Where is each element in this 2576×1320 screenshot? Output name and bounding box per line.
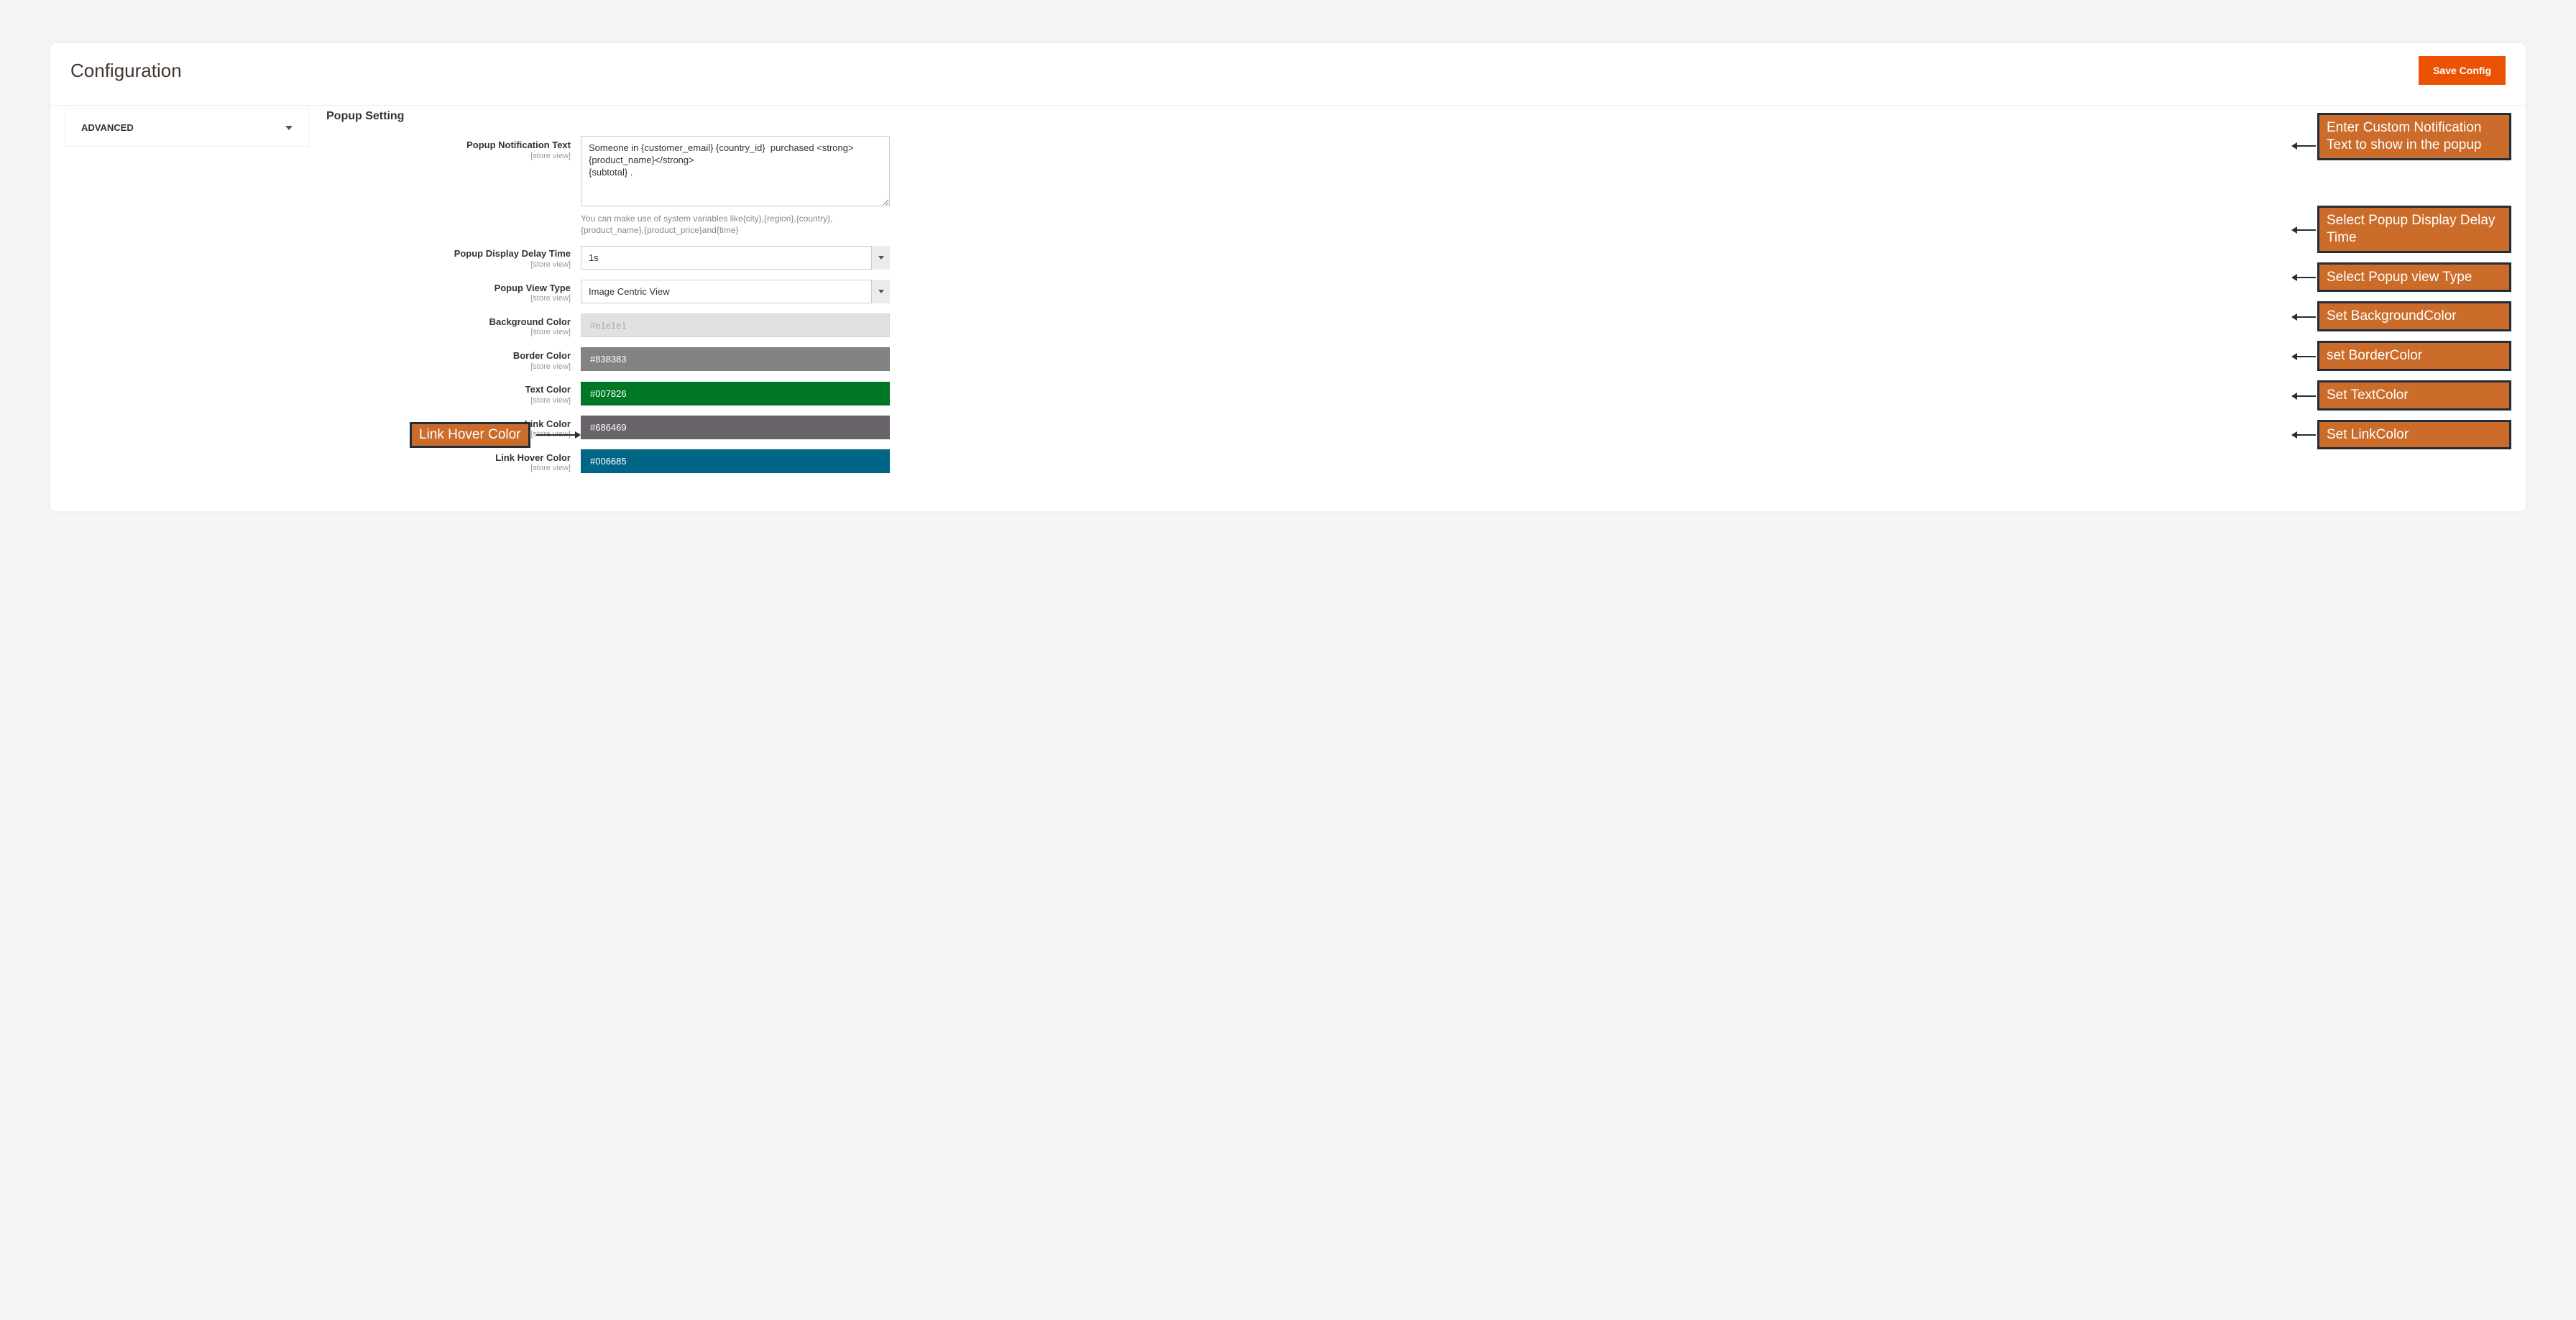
chevron-down-icon [285,126,293,130]
field-scope: [store view] [326,396,571,406]
section-header[interactable]: Popup Setting [326,106,2300,136]
field-scope: [store view] [326,294,571,304]
field-row-link-color: Link Color [store view] #686469 [326,415,2300,440]
link-hover-color-input[interactable]: #006685 [581,449,890,473]
background-color-input[interactable]: #e1e1e1 [581,313,890,337]
field-row-view-type: Popup View Type [store view] Image Centr… [326,279,2300,304]
arrow-icon [2293,145,2316,147]
config-sidebar: ADVANCED [65,106,309,482]
field-label: Popup Display Delay Time [454,248,571,259]
field-scope: [store view] [326,260,571,270]
field-row-notification-text: Popup Notification Text [store view] You… [326,136,2300,236]
callout-link-hover: Link Hover Color [410,422,530,448]
page-title: Configuration [70,60,182,82]
callout-delay: Select Popup Display Delay Time [2317,206,2511,253]
field-row-link-hover-color: Link Hover Color [store view] #006685 [326,449,2300,474]
annotation-callouts: Enter Custom Notification Text to show i… [2317,106,2511,482]
callout-text-color: Set TextColor [2317,380,2511,411]
text-color-input[interactable]: #007826 [581,382,890,405]
callout-link-color: Set LinkColor [2317,420,2511,450]
border-color-input[interactable]: #838383 [581,347,890,371]
field-help: You can make use of system variables lik… [581,213,890,236]
arrow-icon [536,434,579,436]
callout-border: set BorderColor [2317,341,2511,371]
field-label: Background Color [489,316,571,327]
popup-setting-section: Popup Setting Popup Notification Text [s… [326,106,2300,482]
field-label: Popup Notification Text [466,139,571,150]
delay-time-select[interactable]: 1s [581,246,890,270]
field-row-background-color: Background Color [store view] #e1e1e1 [326,313,2300,338]
field-scope: [store view] [326,362,571,372]
callout-view-type: Select Popup view Type [2317,262,2511,293]
save-config-button[interactable]: Save Config [2419,56,2506,85]
link-color-input[interactable]: #686469 [581,416,890,439]
sidebar-item-label: ADVANCED [81,122,134,133]
callout-background: Set BackgroundColor [2317,301,2511,331]
field-scope: [store view] [326,464,571,474]
field-label: Border Color [513,350,571,361]
field-label: Popup View Type [494,283,571,293]
field-label: Link Hover Color [495,452,571,463]
view-type-select[interactable]: Image Centric View [581,280,890,303]
field-label: Text Color [525,384,571,395]
popup-notification-textarea[interactable] [581,136,890,206]
field-scope: [store view] [326,328,571,338]
config-panel: Configuration Save Config ⌃ ADVANCED Pop… [50,43,2526,511]
arrow-icon [2293,229,2316,231]
arrow-icon [2293,395,2316,397]
topbar: Configuration Save Config [50,43,2526,106]
arrow-icon [2293,277,2316,278]
sidebar-item-advanced[interactable]: ADVANCED [65,109,309,147]
field-row-text-color: Text Color [store view] #007826 [326,380,2300,405]
arrow-icon [2293,356,2316,357]
callout-link-hover-wrap: Link Hover Color [410,422,579,448]
arrow-icon [2293,316,2316,318]
field-scope: [store view] [326,152,571,162]
arrow-icon [2293,434,2316,436]
section-title: Popup Setting [326,110,404,123]
field-row-delay-time: Popup Display Delay Time [store view] 1s [326,244,2300,270]
field-row-border-color: Border Color [store view] #838383 [326,347,2300,372]
callout-notification: Enter Custom Notification Text to show i… [2317,113,2511,160]
